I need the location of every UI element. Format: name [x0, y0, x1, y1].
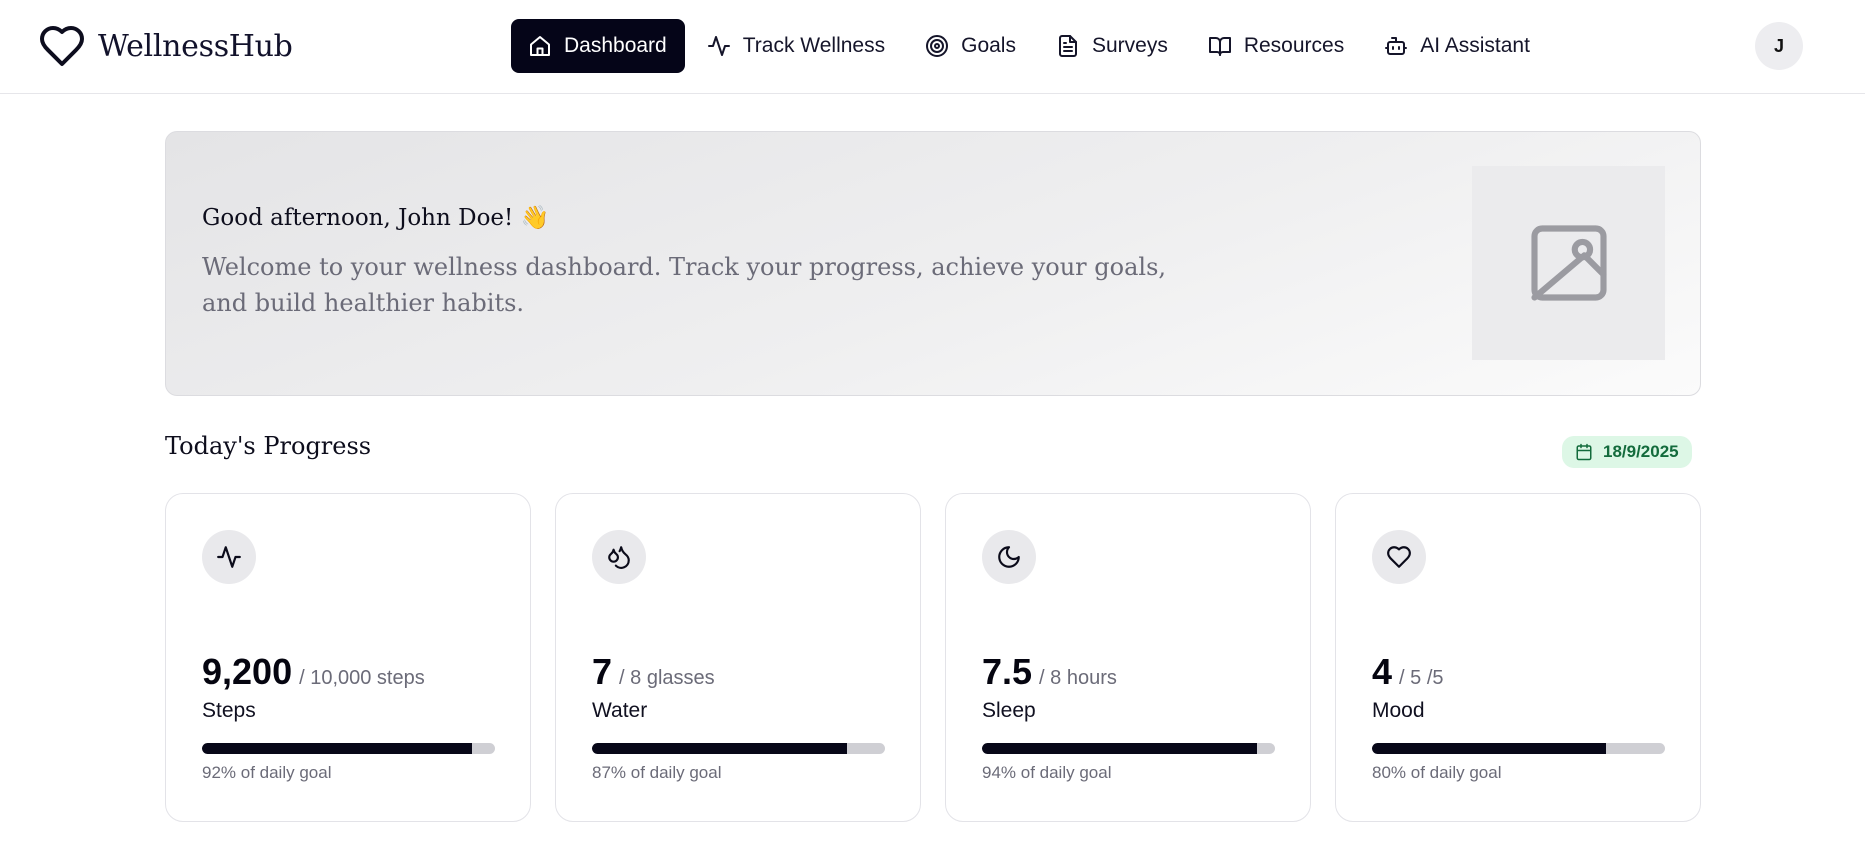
progress-bar: [592, 743, 885, 754]
progress-fill: [982, 743, 1258, 754]
metric-row: 7 / 8 glasses: [592, 651, 715, 693]
progress-bar: [202, 743, 495, 754]
card-icon-badge: [202, 530, 256, 584]
brand-name: WellnessHub: [98, 28, 293, 64]
metric-card-sleep: 7.5 / 8 hours Sleep 94% of daily goal: [945, 493, 1311, 822]
metric-card-water: 7 / 8 glasses Water 87% of daily goal: [555, 493, 921, 822]
progress-fill: [592, 743, 847, 754]
moon-icon: [998, 546, 1020, 568]
date-badge: 18/9/2025: [1562, 436, 1692, 468]
top-navigation-bar: WellnessHub Dashboard Track Wellness Goa…: [0, 0, 1865, 94]
welcome-banner: Good afternoon, John Doe! 👋 Welcome to y…: [165, 131, 1701, 396]
nav-ai-assistant-label: AI Assistant: [1420, 34, 1530, 57]
metric-value: 7.5: [982, 651, 1033, 692]
metric-target: / 8 glasses: [619, 667, 715, 689]
card-icon-badge: [1372, 530, 1426, 584]
nav-goals-label: Goals: [961, 34, 1016, 57]
metric-label: Mood: [1372, 699, 1425, 722]
brand-logo-link[interactable]: WellnessHub: [38, 22, 293, 70]
welcome-subtitle: Welcome to your wellness dashboard. Trac…: [202, 253, 1167, 317]
activity-icon: [707, 36, 730, 56]
metric-target: / 8 hours: [1039, 667, 1117, 689]
progress-caption: 94% of daily goal: [982, 763, 1112, 782]
metric-row: 7.5 / 8 hours: [982, 651, 1117, 693]
card-icon-badge: [592, 530, 646, 584]
metric-label: Water: [592, 699, 648, 722]
home-icon: [530, 36, 550, 56]
card-icon-badge: [982, 530, 1036, 584]
nav-surveys-label: Surveys: [1091, 34, 1168, 57]
nav-surveys[interactable]: Surveys: [1038, 19, 1186, 73]
document-icon: [1058, 35, 1077, 57]
nav-dashboard-label: Dashboard: [564, 34, 667, 57]
hero-image-placeholder: [1472, 166, 1665, 360]
metric-value: 4: [1372, 651, 1393, 692]
progress-bar: [982, 743, 1275, 754]
nav-ai-assistant[interactable]: AI Assistant: [1366, 19, 1548, 73]
metric-value: 7: [592, 651, 613, 692]
metric-card-steps: 9,200 / 10,000 steps Steps 92% of daily …: [165, 493, 531, 822]
nav-resources-label: Resources: [1243, 34, 1345, 57]
book-icon: [1208, 37, 1231, 56]
nav-track-wellness[interactable]: Track Wellness: [689, 19, 903, 73]
target-icon: [926, 35, 949, 57]
bot-icon: [1385, 37, 1408, 55]
heart-icon: [40, 26, 84, 66]
greeting-text: Good afternoon, John Doe! 👋: [202, 205, 550, 231]
progress-fill: [202, 743, 472, 754]
metric-row: 9,200 / 10,000 steps: [202, 651, 425, 693]
metric-label: Sleep: [982, 699, 1036, 722]
metric-label: Steps: [202, 699, 256, 722]
metric-target: / 10,000 steps: [299, 667, 425, 689]
calendar-icon: [1576, 443, 1592, 461]
user-avatar[interactable]: J: [1755, 22, 1803, 70]
heart-icon: [1387, 546, 1411, 568]
main-nav: Dashboard Track Wellness Goals Surveys R…: [511, 19, 1552, 73]
nav-resources[interactable]: Resources: [1190, 19, 1362, 73]
progress-caption: 92% of daily goal: [202, 763, 332, 782]
nav-goals[interactable]: Goals: [907, 19, 1034, 73]
droplets-icon: [608, 546, 630, 569]
image-placeholder-icon: [1530, 225, 1607, 301]
nav-dashboard[interactable]: Dashboard: [511, 19, 685, 73]
section-title: Today's Progress: [165, 432, 372, 460]
progress-caption: 87% of daily goal: [592, 763, 722, 782]
activity-icon: [217, 546, 241, 568]
nav-track-wellness-label: Track Wellness: [742, 34, 886, 57]
metric-value: 9,200: [202, 651, 293, 692]
progress-caption: 80% of daily goal: [1372, 763, 1502, 782]
progress-fill: [1372, 743, 1607, 754]
metric-row: 4 / 5 /5: [1372, 651, 1444, 693]
progress-bar: [1372, 743, 1665, 754]
date-text: 18/9/2025: [1603, 442, 1679, 461]
metric-card-mood: 4 / 5 /5 Mood 80% of daily goal: [1335, 493, 1701, 822]
metric-target: / 5 /5: [1399, 667, 1444, 689]
